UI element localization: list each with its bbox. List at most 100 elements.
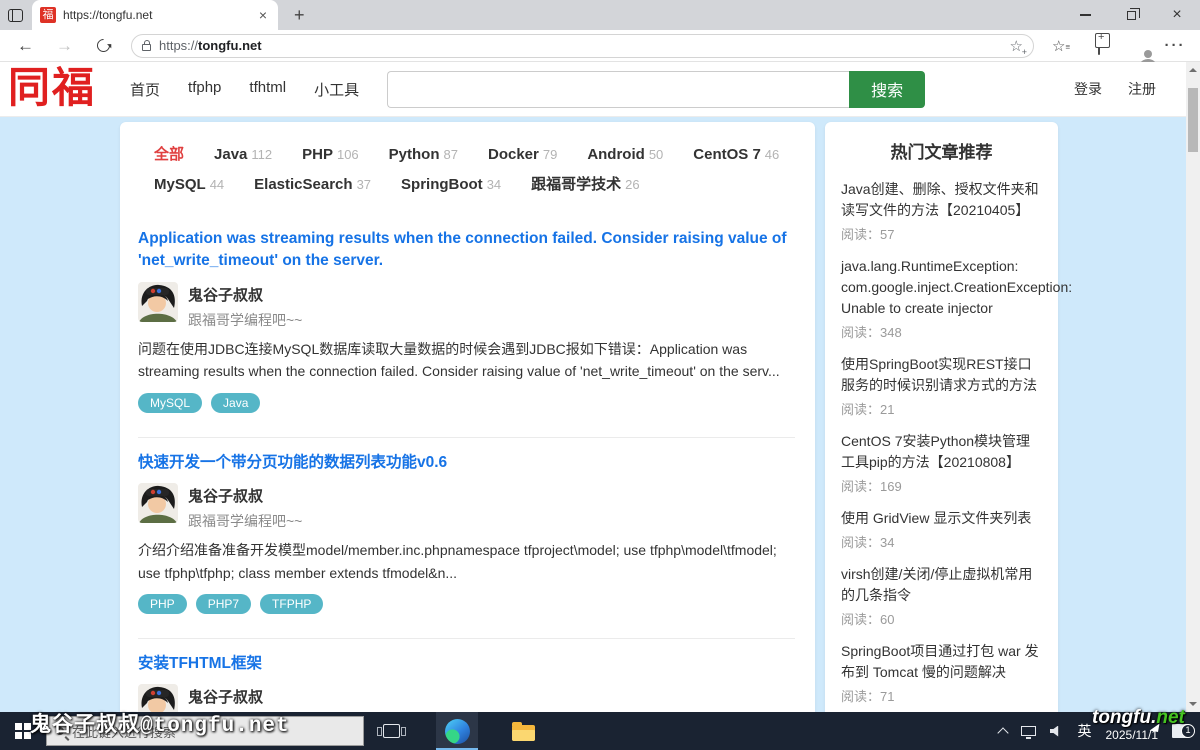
hot-article-link[interactable]: 使用SpringBoot实现REST接口服务的时候识别请求方式的方法 (841, 354, 1042, 396)
filter-all[interactable]: 全部 (154, 140, 184, 170)
hot-article-link[interactable]: Java创建、删除、授权文件夹和读写文件的方法【20210405】 (841, 179, 1042, 221)
forward-button[interactable]: → (49, 36, 80, 56)
ime-indicator[interactable]: 英 (1078, 721, 1092, 741)
volume-icon[interactable] (1050, 726, 1064, 737)
article-item: 快速开发一个带分页功能的数据列表功能v0.6 鬼谷子叔叔 跟福哥学编程吧~~ 介… (138, 438, 795, 624)
site-search-input[interactable] (387, 71, 849, 108)
article-excerpt: 问题在使用JDBC连接MySQL数据库读取大量数据的时候会遇到JDBC报如下错误… (138, 338, 795, 383)
filter-label: 全部 (154, 146, 184, 163)
network-icon[interactable] (1021, 726, 1036, 736)
settings-menu-button[interactable]: ··· (1160, 37, 1190, 54)
hot-article-link[interactable]: CentOS 7安装Python模块管理工具pip的方法【20210808】 (841, 431, 1042, 473)
filter-count: 87 (444, 147, 458, 162)
hot-article-item: java.lang.RuntimeException: com.google.i… (841, 256, 1042, 341)
filter-count: 44 (210, 177, 224, 192)
tag-mysql[interactable]: MySQL (138, 393, 202, 413)
filter-centos7[interactable]: CentOS 746 (693, 140, 779, 170)
filter-elasticsearch[interactable]: ElasticSearch 37 (254, 170, 371, 200)
hot-article-reads: 阅读：60 (841, 609, 1042, 628)
article-item: 安装TFHTML框架 鬼谷子叔叔 跟福哥学编程吧~~ 从gitlab下载http… (138, 639, 795, 712)
article-title-link[interactable]: 安装TFHTML框架 (138, 653, 798, 675)
filter-label: 跟福哥学技术 (531, 176, 621, 193)
filter-row: MySQL44 ElasticSearch 37 SpringBoot 34 跟福哥… (154, 170, 795, 200)
minimize-icon (1080, 14, 1091, 15)
hot-article-item: 使用 GridView 显示文件夹列表 阅读：34 (841, 508, 1042, 551)
filter-count: 34 (487, 177, 501, 192)
article-author-row: 鬼谷子叔叔 跟福哥学编程吧~~ (138, 282, 795, 330)
hot-article-link[interactable]: 使用 GridView 显示文件夹列表 (841, 508, 1042, 529)
tab-close-icon[interactable]: × (256, 7, 270, 23)
tray-expand-icon[interactable] (997, 727, 1008, 738)
article-title-link[interactable]: 快速开发一个带分页功能的数据列表功能v0.6 (138, 452, 798, 474)
filter-android[interactable]: Android50 (587, 140, 663, 170)
nav-tools[interactable]: 小工具 (314, 79, 359, 100)
category-filters: 全部 Java 112 PHP106 Python87 Docker79 Andr… (154, 140, 795, 200)
filter-label: Android (587, 146, 645, 163)
collections-button[interactable] (1084, 37, 1114, 54)
tag-php[interactable]: PHP (138, 594, 187, 614)
tab-actions-button[interactable] (0, 0, 30, 30)
new-tab-button[interactable]: + (288, 5, 311, 26)
browser-tab[interactable]: 福 https://tongfu.net × (32, 0, 278, 30)
hot-article-link[interactable]: SpringBoot项目通过打包 war 发布到 Tomcat 慢的问题解决 (841, 641, 1042, 683)
edge-taskbar-button[interactable] (436, 712, 478, 750)
site-logo[interactable]: 同福 (8, 68, 96, 110)
filter-java[interactable]: Java 112 (214, 140, 272, 170)
hot-article-reads: 阅读：21 (841, 399, 1042, 418)
filter-label: Java (214, 146, 247, 163)
filter-genfuge[interactable]: 跟福哥学技术26 (531, 170, 639, 200)
hot-article-link[interactable]: virsh创建/关闭/停止虚拟机常用的几条指令 (841, 564, 1042, 606)
filter-mysql[interactable]: MySQL44 (154, 170, 224, 200)
hot-article-reads: 阅读：71 (841, 686, 1042, 705)
filter-php[interactable]: PHP106 (302, 140, 359, 170)
site-search-button[interactable]: 搜索 (849, 71, 925, 108)
author-name[interactable]: 鬼谷子叔叔 (188, 485, 302, 506)
author-avatar[interactable] (138, 483, 178, 523)
hot-article-item: 使用SpringBoot实现REST接口服务的时候识别请求方式的方法 阅读：21 (841, 354, 1042, 418)
author-subtitle: 跟福哥学编程吧~~ (188, 310, 302, 330)
filter-count: 37 (357, 177, 371, 192)
author-avatar[interactable] (138, 282, 178, 322)
add-favorite-icon[interactable]: ☆ (1010, 37, 1023, 55)
task-view-button[interactable] (370, 712, 412, 750)
filter-python[interactable]: Python87 (389, 140, 458, 170)
article-title-link[interactable]: Application was streaming results when t… (138, 228, 798, 273)
refresh-button[interactable] (94, 36, 112, 54)
filter-docker[interactable]: Docker79 (488, 140, 557, 170)
favorites-button[interactable]: ☆≡ (1046, 37, 1076, 55)
restore-icon (1127, 11, 1136, 20)
filter-label: SpringBoot (401, 176, 483, 193)
browser-toolbar: ← → https://tongfu.net ☆ ☆≡ ··· (0, 30, 1200, 62)
tag-tfphp[interactable]: TFPHP (260, 594, 323, 614)
restore-button[interactable] (1108, 0, 1154, 30)
filter-label: ElasticSearch (254, 176, 352, 193)
filter-count: 112 (251, 147, 272, 162)
scrollbar-down-icon[interactable] (1189, 702, 1197, 706)
page-scrollbar[interactable] (1186, 62, 1200, 712)
nav-home[interactable]: 首页 (130, 79, 160, 100)
tag-java[interactable]: Java (211, 393, 260, 413)
address-bar[interactable]: https://tongfu.net ☆ (131, 34, 1034, 58)
url-scheme: https:// (159, 38, 198, 53)
nav-tfphp[interactable]: tfphp (188, 79, 221, 100)
site-header: 同福 首页 tfphp tfhtml 小工具 搜索 登录 注册 (0, 62, 1200, 117)
hot-article-item: virsh创建/关闭/停止虚拟机常用的几条指令 阅读：60 (841, 564, 1042, 628)
login-link[interactable]: 登录 (1074, 79, 1102, 99)
filter-row: 全部 Java 112 PHP106 Python87 Docker79 Andr… (154, 140, 795, 170)
file-explorer-button[interactable] (502, 712, 544, 750)
back-button[interactable]: ← (10, 36, 41, 56)
hot-article-reads: 阅读：34 (841, 532, 1042, 551)
minimize-button[interactable] (1062, 0, 1108, 30)
tag-php7[interactable]: PHP7 (196, 594, 251, 614)
scrollbar-thumb[interactable] (1188, 88, 1198, 152)
scrollbar-up-icon[interactable] (1189, 68, 1197, 72)
hot-article-link[interactable]: java.lang.RuntimeException: com.google.i… (841, 256, 1042, 319)
filter-label: PHP (302, 146, 333, 163)
filter-springboot[interactable]: SpringBoot 34 (401, 170, 501, 200)
close-button[interactable]: × (1154, 0, 1200, 30)
watermark-right: tongfu.net (1092, 707, 1185, 729)
nav-tfhtml[interactable]: tfhtml (249, 79, 286, 100)
author-name[interactable]: 鬼谷子叔叔 (188, 284, 302, 305)
author-name[interactable]: 鬼谷子叔叔 (188, 686, 302, 707)
register-link[interactable]: 注册 (1128, 79, 1156, 99)
